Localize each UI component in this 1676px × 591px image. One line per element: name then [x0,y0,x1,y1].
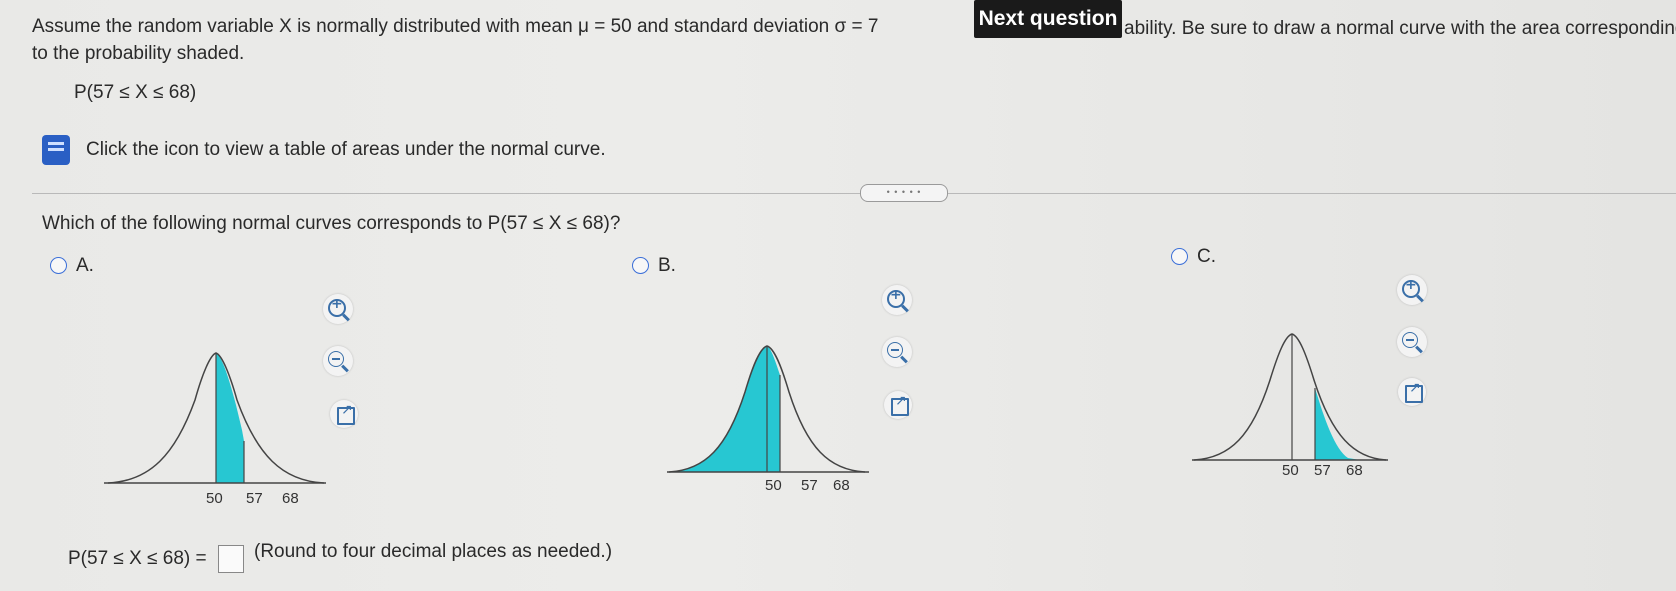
option-a-zoom-in-button[interactable] [323,294,353,324]
option-c-radio[interactable] [1171,248,1188,265]
option-b-tick-57: 57 [801,477,818,494]
zoom-in-icon [328,296,346,317]
option-c-label[interactable]: C. [1197,246,1216,268]
option-c-curve: 50 57 68 [1192,333,1388,479]
external-link-icon [1405,380,1423,403]
option-c-shaded-area [1315,388,1360,460]
option-b-curve: 50 57 68 [667,345,869,494]
question-line2: to the probability shaded. [32,43,245,64]
option-a-shaded-area [216,353,244,483]
option-c-curve-line [1193,333,1387,461]
question-line1-left: Assume the random variable X is normally… [32,16,879,37]
option-a-tick-50: 50 [206,490,223,505]
option-b-zoom-out-button[interactable] [882,337,912,367]
option-a-tick-57: 57 [246,490,263,505]
divider-handle[interactable]: • • • • • [860,184,948,202]
option-b-label[interactable]: B. [658,255,676,277]
probability-expression: P(57 ≤ X ≤ 68) [74,82,197,103]
option-c-external-button[interactable] [1398,378,1426,406]
answer-prefix: P(57 ≤ X ≤ 68) = [68,548,207,569]
option-b-tick-50: 50 [765,477,782,494]
option-a-curve: 50 57 68 [104,352,326,505]
option-c-tick-50: 50 [1282,462,1299,479]
help-text[interactable]: Click the icon to view a table of areas … [86,139,606,161]
zoom-in-icon [887,287,905,308]
prompt-text: Which of the following normal curves cor… [42,213,621,234]
option-c-zoom-out-button[interactable] [1397,327,1427,357]
option-b-zoom-in-button[interactable] [882,285,912,315]
option-a-external-button[interactable] [330,400,358,428]
zoom-out-icon [887,342,903,358]
zoom-in-icon [1402,277,1420,298]
external-link-icon [891,393,909,416]
book-icon[interactable] [42,135,70,165]
option-a-label[interactable]: A. [76,255,94,277]
zoom-out-icon [1402,332,1418,348]
option-c-tick-68: 68 [1346,462,1363,479]
option-c-tick-57: 57 [1314,462,1331,479]
answer-input[interactable] [218,545,244,573]
option-c-zoom-in-button[interactable] [1397,275,1427,305]
option-b-shaded-area [669,346,780,472]
answer-note: (Round to four decimal places as needed.… [254,541,613,562]
option-a-tick-68: 68 [282,490,299,505]
next-question-tooltip[interactable]: Next question [974,0,1122,38]
zoom-out-icon [328,351,344,367]
option-b-radio[interactable] [632,257,649,274]
question-line1-right: ability. Be sure to draw a normal curve … [1124,18,1676,39]
option-b-tick-68: 68 [833,477,850,494]
section-divider [32,193,1676,194]
option-a-radio[interactable] [50,257,67,274]
external-link-icon [337,402,355,425]
option-a-zoom-out-button[interactable] [323,346,353,376]
option-b-external-button[interactable] [884,391,912,419]
